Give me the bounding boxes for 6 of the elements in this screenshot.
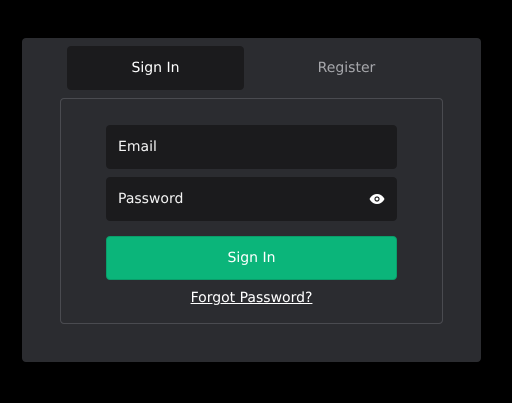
- tab[interactable]: Sign In: [67, 46, 244, 90]
- forgot-password-link[interactable]: Forgot Password?: [190, 290, 312, 306]
- password-field[interactable]: Password: [106, 177, 397, 221]
- tab[interactable]: Register: [258, 46, 435, 90]
- eye-icon[interactable]: [369, 193, 385, 205]
- email-field[interactable]: Email: [106, 125, 397, 169]
